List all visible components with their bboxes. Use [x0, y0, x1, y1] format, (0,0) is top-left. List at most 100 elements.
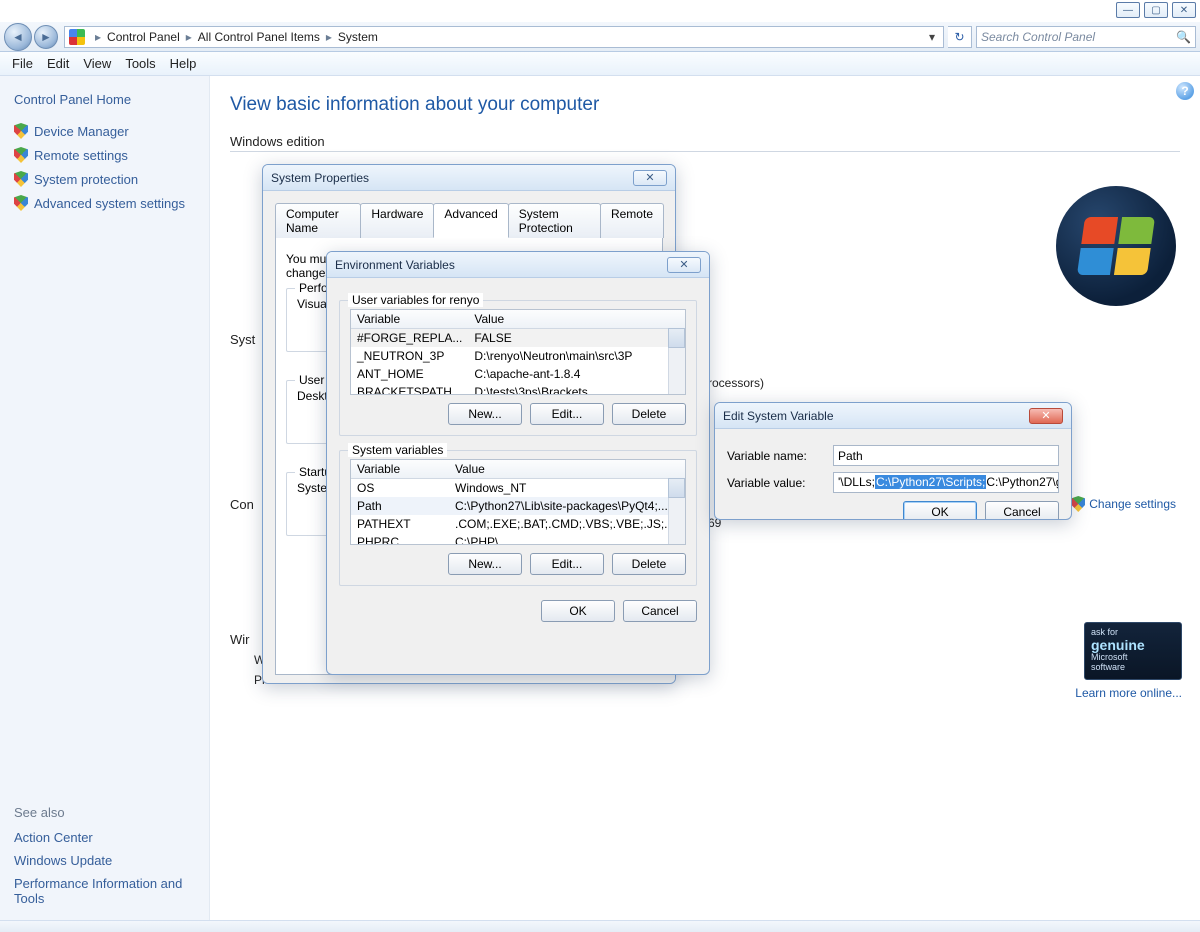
section-windows-edition: Windows edition	[230, 134, 1180, 149]
tab-advanced[interactable]: Advanced	[433, 203, 508, 238]
tab-hardware[interactable]: Hardware	[360, 203, 434, 238]
sidebar-link-label: Windows Update	[14, 853, 112, 868]
sidebar-link-label: Remote settings	[34, 148, 128, 163]
learn-more-link[interactable]: Learn more online...	[1075, 686, 1182, 700]
var-name-input[interactable]	[833, 445, 1059, 466]
sidebar-link-device-manager[interactable]: Device Manager	[8, 119, 201, 143]
dialog-close-button[interactable]: ✕	[667, 257, 701, 273]
table-row[interactable]: PathC:\Python27\Lib\site-packages\PyQt4;…	[351, 497, 685, 515]
table-row[interactable]: #FORGE_REPLA...FALSE	[351, 329, 685, 348]
user-new-button[interactable]: New...	[448, 403, 522, 425]
table-row[interactable]: ANT_HOMEC:\apache-ant-1.8.4	[351, 365, 685, 383]
close-button[interactable]: ✕	[1172, 2, 1196, 18]
sidebar-home-link[interactable]: Control Panel Home	[14, 92, 195, 107]
shield-icon	[14, 171, 28, 187]
chevron-right-icon: ▸	[186, 30, 192, 44]
table-row[interactable]: OSWindows_NT	[351, 479, 685, 498]
scroll-thumb[interactable]	[668, 478, 685, 498]
menu-tools[interactable]: Tools	[125, 56, 155, 71]
sys-vars-list[interactable]: VariableValue OSWindows_NT PathC:\Python…	[350, 459, 686, 545]
processors-text-fragment: rocessors)	[708, 376, 764, 390]
var-value-label: Variable value:	[727, 476, 821, 490]
table-row[interactable]: _NEUTRON_3PD:\renyo\Neutron\main\src\3P	[351, 347, 685, 365]
chevron-right-icon: ▸	[326, 30, 332, 44]
help-icon[interactable]: ?	[1176, 82, 1194, 100]
tab-remote[interactable]: Remote	[600, 203, 664, 238]
table-row[interactable]: BRACKETSPATHD:\tests\3ps\Brackets	[351, 383, 685, 395]
sidebar-link-label: Action Center	[14, 830, 93, 845]
user-edit-button[interactable]: Edit...	[530, 403, 604, 425]
shield-icon	[14, 195, 28, 211]
tab-system-protection[interactable]: System Protection	[508, 203, 601, 238]
dialog-title: Environment Variables	[335, 258, 455, 272]
sidebar-link-remote-settings[interactable]: Remote settings	[8, 143, 201, 167]
breadcrumb-item[interactable]: Control Panel	[107, 30, 180, 44]
change-settings-label: Change settings	[1089, 497, 1176, 511]
table-row[interactable]: PHPRCC:\PHP\	[351, 533, 685, 545]
col-variable[interactable]: Variable	[351, 460, 449, 479]
menu-view[interactable]: View	[83, 56, 111, 71]
refresh-button[interactable]: ↻	[948, 26, 972, 48]
windows-logo	[1056, 186, 1176, 306]
menu-edit[interactable]: Edit	[47, 56, 69, 71]
nav-forward-button[interactable]: ►	[34, 25, 58, 49]
col-value[interactable]: Value	[468, 310, 685, 329]
breadcrumb[interactable]: ▸ Control Panel ▸ All Control Panel Item…	[64, 26, 944, 48]
dialog-close-button[interactable]: ✕	[633, 170, 667, 186]
sys-edit-button[interactable]: Edit...	[530, 553, 604, 575]
sidebar-link-label: Performance Information and Tools	[14, 876, 195, 906]
see-also-perf-info[interactable]: Performance Information and Tools	[8, 872, 201, 910]
see-also-action-center[interactable]: Action Center	[8, 826, 201, 849]
var-value-text-pre: '\DLLs;	[838, 475, 875, 489]
maximize-button[interactable]: ▢	[1144, 2, 1168, 18]
genuine-badge-main: genuine	[1091, 638, 1175, 653]
menu-help[interactable]: Help	[170, 56, 197, 71]
shield-icon	[14, 147, 28, 163]
col-value[interactable]: Value	[449, 460, 685, 479]
menu-file[interactable]: File	[12, 56, 33, 71]
col-variable[interactable]: Variable	[351, 310, 468, 329]
sidebar-link-system-protection[interactable]: System protection	[8, 167, 201, 191]
dialog-close-button[interactable]: ✕	[1029, 408, 1063, 424]
sys-vars-label: System variables	[348, 443, 447, 457]
dialog-title: Edit System Variable	[723, 409, 834, 423]
shield-icon	[14, 123, 28, 139]
edit-system-variable-dialog: Edit System Variable ✕ Variable name: Va…	[714, 402, 1072, 520]
table-row[interactable]: PATHEXT.COM;.EXE;.BAT;.CMD;.VBS;.VBE;.JS…	[351, 515, 685, 533]
search-icon: 🔍	[1176, 30, 1191, 44]
minimize-button[interactable]: —	[1116, 2, 1140, 18]
env-cancel-button[interactable]: Cancel	[623, 600, 697, 622]
tab-computer-name[interactable]: Computer Name	[275, 203, 361, 238]
breadcrumb-item[interactable]: System	[338, 30, 378, 44]
sidebar-link-advanced-system-settings[interactable]: Advanced system settings	[8, 191, 201, 215]
var-value-input[interactable]: '\DLLs;C:\Python27\Scripts;C:\Python27\g…	[833, 472, 1059, 493]
sys-new-button[interactable]: New...	[448, 553, 522, 575]
scroll-thumb[interactable]	[668, 328, 685, 348]
user-vars-label: User variables for renyo	[348, 293, 483, 307]
dialog-title: System Properties	[271, 171, 369, 185]
breadcrumb-history-dropdown[interactable]: ▾	[923, 30, 941, 44]
breadcrumb-item[interactable]: All Control Panel Items	[198, 30, 320, 44]
edit-ok-button[interactable]: OK	[903, 501, 977, 520]
menu-bar: File Edit View Tools Help	[0, 52, 1200, 76]
search-placeholder: Search Control Panel	[981, 30, 1095, 44]
var-value-text-post: C:\Python27\gn	[986, 475, 1059, 489]
genuine-badge-sub: Microsoft software	[1091, 652, 1128, 672]
genuine-badge-top: ask for	[1091, 627, 1118, 637]
nav-back-button[interactable]: ◄	[4, 23, 32, 51]
genuine-badge[interactable]: ask for genuine Microsoft software	[1084, 622, 1182, 680]
env-ok-button[interactable]: OK	[541, 600, 615, 622]
var-name-label: Variable name:	[727, 449, 821, 463]
see-also-windows-update[interactable]: Windows Update	[8, 849, 201, 872]
change-settings-link[interactable]: Change settings	[1071, 496, 1176, 512]
see-also-header: See also	[14, 805, 195, 820]
env-vars-dialog: Environment Variables ✕ User variables f…	[326, 251, 710, 675]
search-input[interactable]: Search Control Panel 🔍	[976, 26, 1196, 48]
shield-icon	[1071, 496, 1085, 512]
sidebar-link-label: System protection	[34, 172, 138, 187]
sys-delete-button[interactable]: Delete	[612, 553, 686, 575]
user-delete-button[interactable]: Delete	[612, 403, 686, 425]
edit-cancel-button[interactable]: Cancel	[985, 501, 1059, 520]
sidebar: Control Panel Home Device Manager Remote…	[0, 76, 210, 920]
user-vars-list[interactable]: VariableValue #FORGE_REPLA...FALSE _NEUT…	[350, 309, 686, 395]
